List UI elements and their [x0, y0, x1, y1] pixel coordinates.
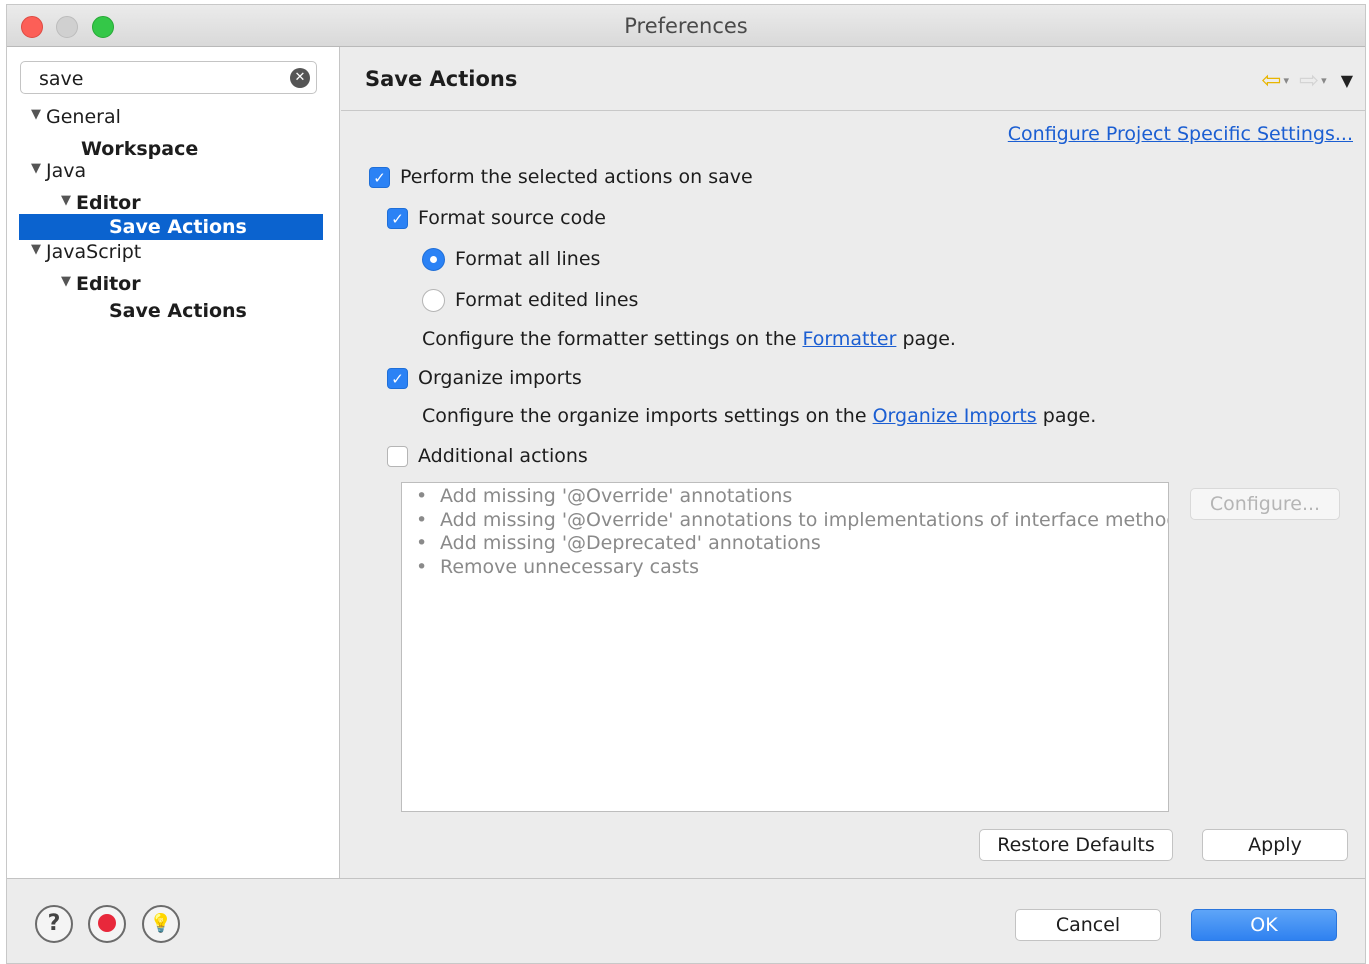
ok-button[interactable]: OK [1191, 909, 1337, 941]
expand-triangle-icon[interactable]: ▼ [31, 158, 46, 180]
list-item[interactable]: • Remove unnecessary casts [414, 556, 1168, 580]
page-navigation: ⇦ ▾ ⇨ ▾ ▼ [1261, 67, 1353, 93]
apply-button[interactable]: Apply [1202, 829, 1348, 861]
formatter-note-prefix: Configure the formatter settings on the [422, 328, 797, 350]
cancel-button[interactable]: Cancel [1015, 909, 1161, 941]
preferences-window: Preferences ✕ ▼General Workspace ▼Java ▼… [6, 4, 1366, 964]
clear-filter-icon[interactable]: ✕ [290, 68, 310, 88]
format-edited-lines-radio[interactable] [422, 288, 445, 312]
tree-item-label: Save Actions [109, 216, 247, 238]
format-source-label: Format source code [418, 207, 606, 229]
tree-item-label: Save Actions [109, 300, 247, 322]
expand-triangle-icon[interactable]: ▼ [61, 190, 76, 212]
expand-triangle-icon[interactable]: ▼ [31, 104, 46, 126]
tree-item-general[interactable]: ▼ General [19, 104, 323, 130]
organize-note-prefix: Configure the organize imports settings … [422, 405, 867, 427]
view-menu-icon[interactable]: ▼ [1341, 71, 1353, 90]
bullet-icon: • [416, 555, 428, 578]
bullet-icon: • [416, 508, 428, 531]
bullet-icon: • [416, 532, 428, 554]
perform-on-save-checkbox[interactable]: ✓ [369, 166, 390, 188]
format-all-lines-radio[interactable] [422, 247, 445, 271]
list-item[interactable]: • Add missing '@Deprecated' annotations [414, 532, 1168, 556]
dialog-button-bar: ? 💡 Cancel OK [7, 878, 1365, 963]
organize-imports-label: Organize imports [418, 367, 582, 389]
record-dot-icon [98, 913, 116, 932]
expand-triangle-icon[interactable]: ▼ [31, 239, 46, 261]
tree-item-label: General [46, 106, 121, 128]
tree-item-label: Editor [76, 192, 141, 214]
organize-imports-link[interactable]: Organize Imports [873, 405, 1037, 427]
title-bar[interactable]: Preferences [7, 5, 1365, 47]
organize-note-suffix: page. [1042, 405, 1097, 427]
formatter-note-suffix: page. [902, 328, 956, 350]
format-edited-lines-label: Format edited lines [455, 289, 639, 311]
perform-on-save-label: Perform the selected actions on save [400, 166, 753, 188]
tree-item-javascript-save-actions[interactable]: Save Actions [19, 298, 323, 324]
tree-item-java[interactable]: ▼ Java [19, 158, 323, 184]
organize-imports-checkbox[interactable]: ✓ [387, 367, 408, 389]
forward-history-dropdown-icon[interactable]: ▾ [1321, 74, 1327, 87]
formatter-note: Configure the formatter settings on the … [422, 326, 956, 352]
additional-actions-list[interactable]: • Add missing '@Override' annotations • Ad… [401, 482, 1169, 812]
tree-item-javascript[interactable]: ▼ JavaScript [19, 239, 323, 265]
configure-project-settings-link[interactable]: Configure Project Specific Settings... [1008, 123, 1353, 145]
list-item[interactable]: • Add missing '@Override' annotations to … [414, 509, 1168, 533]
additional-actions-option[interactable]: Additional actions [387, 443, 588, 469]
tree-item-java-editor[interactable]: ▼ Editor [19, 190, 323, 216]
window-title: Preferences [624, 14, 748, 38]
page-title: Save Actions [365, 67, 518, 91]
bullet-icon: • [416, 485, 428, 507]
additional-actions-label: Additional actions [418, 445, 588, 467]
tree-item-label: Java [46, 160, 87, 182]
organize-imports-option[interactable]: ✓ Organize imports [387, 365, 582, 391]
tree-item-label: Editor [76, 273, 141, 295]
organize-imports-note: Configure the organize imports settings … [422, 403, 1096, 429]
perform-on-save-option[interactable]: ✓ Perform the selected actions on save [369, 164, 753, 190]
tree-item-java-save-actions[interactable]: Save Actions [19, 214, 323, 240]
format-edited-lines-option[interactable]: Format edited lines [422, 287, 638, 313]
format-all-lines-label: Format all lines [455, 248, 601, 270]
format-source-checkbox[interactable]: ✓ [387, 207, 408, 229]
format-source-option[interactable]: ✓ Format source code [387, 205, 606, 231]
expand-triangle-icon[interactable]: ▼ [61, 271, 76, 293]
help-icon[interactable]: ? [35, 905, 73, 943]
back-arrow-icon[interactable]: ⇦ [1261, 68, 1281, 92]
formatter-link[interactable]: Formatter [802, 328, 896, 350]
tree-item-label: Workspace [81, 138, 199, 160]
back-history-dropdown-icon[interactable]: ▾ [1284, 74, 1290, 87]
lightbulb-icon[interactable]: 💡 [142, 905, 180, 943]
format-all-lines-option[interactable]: Format all lines [422, 246, 600, 272]
preference-page: Save Actions ⇦ ▾ ⇨ ▾ ▼ Configure Project… [341, 47, 1365, 878]
record-macro-icon[interactable] [88, 905, 126, 943]
list-item[interactable]: • Add missing '@Override' annotations [414, 485, 1168, 509]
restore-defaults-button[interactable]: Restore Defaults [979, 829, 1173, 861]
tree-item-label: JavaScript [46, 241, 142, 263]
page-header: Save Actions ⇦ ▾ ⇨ ▾ ▼ [341, 47, 1365, 111]
filter-input[interactable] [20, 61, 317, 94]
forward-arrow-icon[interactable]: ⇨ [1299, 68, 1319, 92]
configure-button[interactable]: Configure... [1190, 488, 1340, 520]
tree-item-javascript-editor[interactable]: ▼ Editor [19, 271, 323, 297]
preference-tree-pane: ✕ ▼General Workspace ▼Java ▼Editor Save … [7, 47, 340, 878]
additional-actions-checkbox[interactable] [387, 445, 408, 467]
